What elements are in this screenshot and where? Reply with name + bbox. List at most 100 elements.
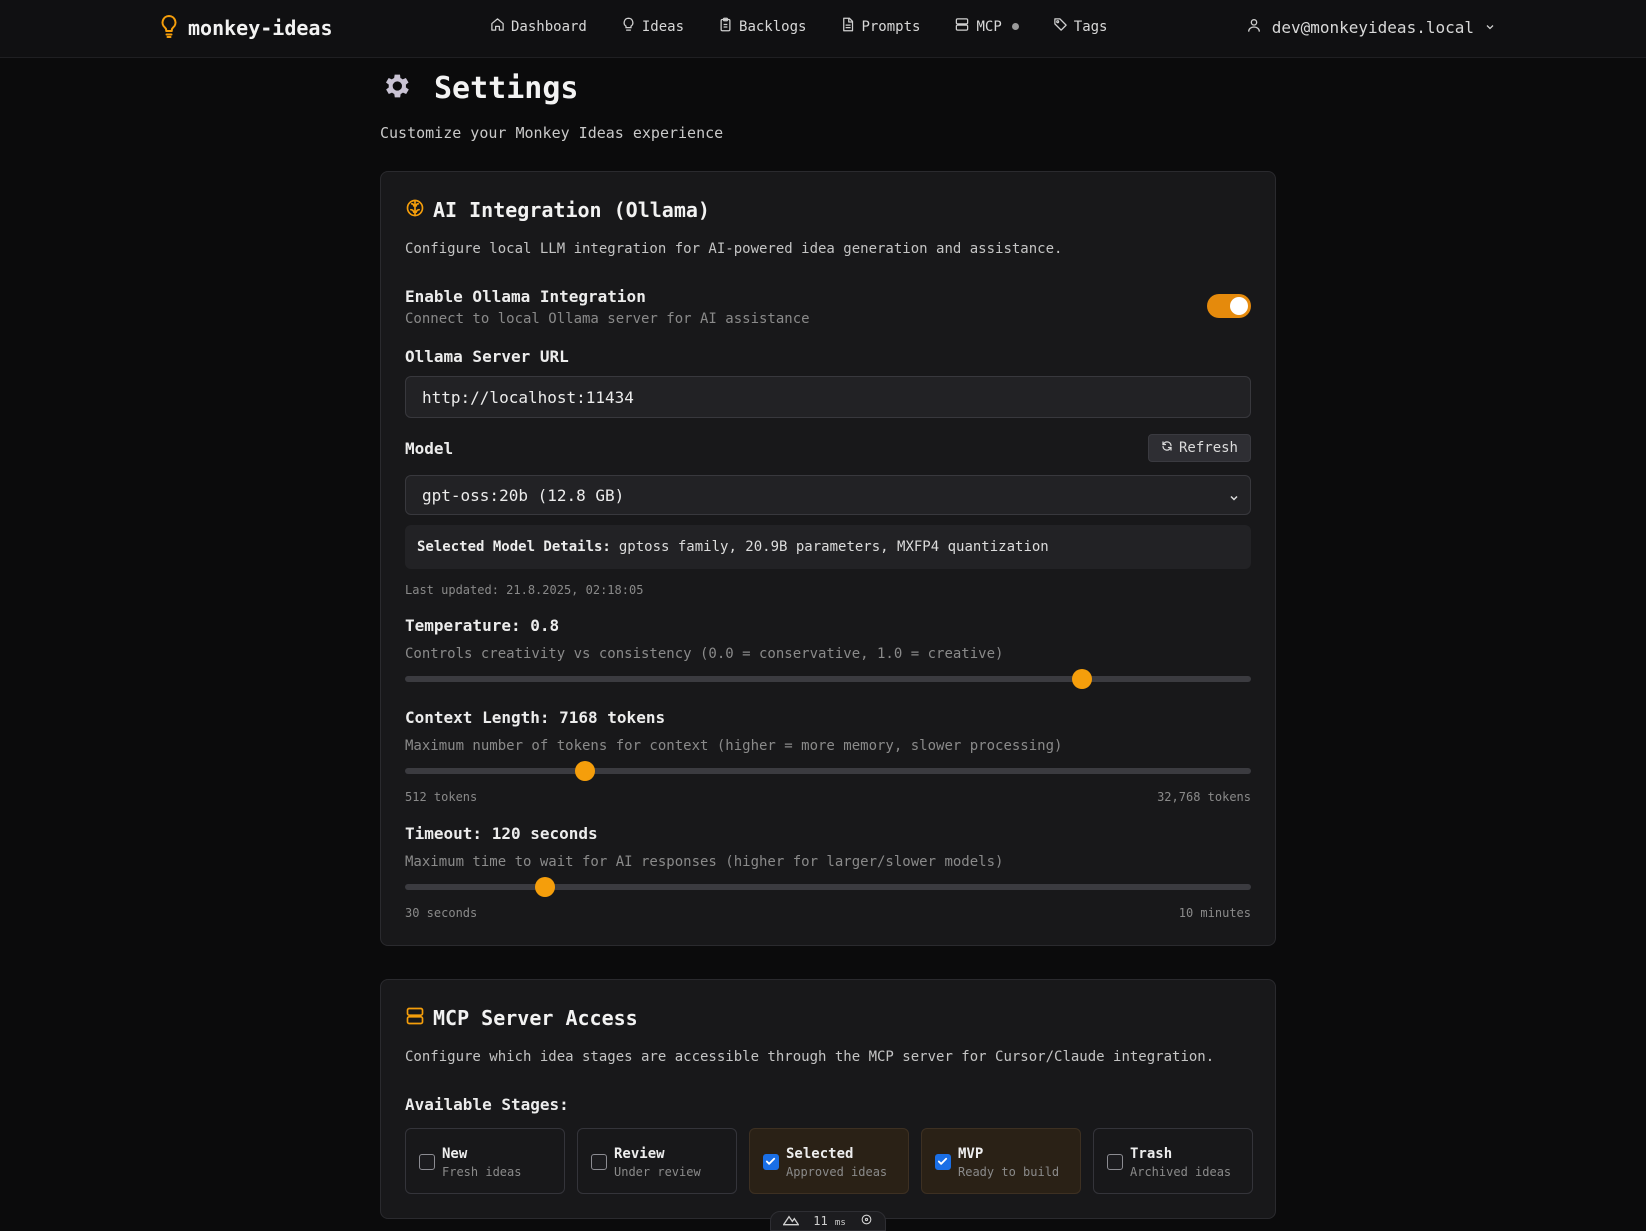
stages-list: New Fresh ideas Review Under review Sele… — [405, 1128, 1253, 1194]
enable-ollama-hint: Connect to local Ollama server for AI as… — [405, 311, 810, 327]
brand-name: monkey-ideas — [188, 16, 333, 40]
clipboard-icon — [718, 17, 733, 36]
page-title: Settings — [434, 70, 579, 106]
enable-ollama-label: Enable Ollama Integration — [405, 287, 646, 306]
stage-new[interactable]: New Fresh ideas — [405, 1128, 565, 1194]
stage-desc: Archived ideas — [1130, 1165, 1232, 1179]
model-details-label: Selected Model Details: — [417, 539, 611, 555]
mcp-card-description: Configure which idea stages are accessib… — [405, 1049, 1215, 1065]
mountain-icon — [782, 1214, 800, 1229]
stage-checkbox[interactable] — [763, 1154, 779, 1170]
lightbulb-icon — [621, 17, 636, 36]
stage-selected[interactable]: Selected Approved ideas — [749, 1128, 909, 1194]
tag-icon — [1053, 17, 1068, 36]
mcp-status-dot — [1011, 23, 1019, 30]
slider-track — [405, 768, 1251, 774]
mcp-card-title: MCP Server Access — [433, 1006, 638, 1030]
perf-unit: ms — [834, 1218, 846, 1228]
server-url-label: Ollama Server URL — [405, 347, 569, 366]
context-length-slider[interactable] — [405, 761, 1251, 781]
model-select-value: gpt-oss:20b (12.8 GB) — [422, 485, 625, 505]
ai-card-description: Configure local LLM integration for AI-p… — [405, 241, 1063, 257]
user-icon — [1246, 16, 1262, 38]
stage-name: Review — [614, 1146, 665, 1162]
stage-name: MVP — [958, 1146, 984, 1162]
stage-checkbox[interactable] — [419, 1154, 435, 1170]
top-navbar: monkey-ideas Dashboard Ideas Backlogs Pr… — [0, 0, 1646, 58]
last-updated: Last updated: 21.8.2025, 02:18:05 — [405, 583, 644, 597]
perf-value: 11 — [813, 1214, 828, 1228]
timeout-hint: Maximum time to wait for AI responses (h… — [405, 854, 1004, 870]
temperature-slider[interactable] — [405, 669, 1251, 689]
stage-name: Trash — [1130, 1146, 1173, 1162]
server-url-input[interactable] — [405, 376, 1251, 418]
temperature-label: Temperature: 0.8 — [405, 616, 560, 635]
home-icon — [490, 17, 505, 36]
nav-label: Tags — [1073, 18, 1108, 35]
stage-desc: Approved ideas — [786, 1165, 888, 1179]
brand-logo[interactable]: monkey-ideas — [160, 14, 333, 42]
nav-ideas[interactable]: Ideas — [621, 17, 684, 36]
user-menu[interactable]: dev@monkeyideas.local — [1246, 16, 1496, 38]
stage-name: Selected — [786, 1146, 854, 1162]
timeout-max-label: 10 minutes — [1178, 906, 1251, 920]
nav-mcp[interactable]: MCP — [954, 17, 1019, 36]
nav-tags[interactable]: Tags — [1053, 17, 1108, 36]
stage-name: New — [442, 1146, 468, 1162]
nav-label: Prompts — [861, 18, 921, 35]
refresh-models-button[interactable]: Refresh — [1147, 434, 1251, 462]
context-length-label: Context Length: 7168 tokens — [405, 708, 666, 727]
page-header: Settings Customize your Monkey Ideas exp… — [380, 70, 724, 143]
refresh-label: Refresh — [1178, 440, 1238, 456]
settings-icon — [860, 1213, 873, 1229]
nav-prompts[interactable]: Prompts — [840, 17, 920, 36]
stage-desc: Fresh ideas — [442, 1165, 522, 1179]
timeout-min-label: 30 seconds — [405, 906, 478, 920]
slider-track — [405, 676, 1251, 682]
server-icon — [954, 17, 970, 36]
stage-desc: Under review — [614, 1165, 701, 1179]
nav-label: MCP — [976, 18, 1002, 35]
stage-mvp[interactable]: MVP Ready to build — [921, 1128, 1081, 1194]
stage-checkbox[interactable] — [935, 1154, 951, 1170]
context-max-label: 32,768 tokens — [1157, 790, 1251, 804]
model-label: Model — [405, 439, 454, 458]
slider-thumb[interactable] — [575, 761, 596, 781]
gear-icon — [380, 70, 412, 106]
ai-integration-card: AI Integration (Ollama) Configure local … — [380, 171, 1276, 946]
chevron-down-icon — [1228, 489, 1240, 508]
stage-desc: Ready to build — [958, 1165, 1060, 1179]
check-icon — [765, 1157, 776, 1165]
lightbulb-icon — [160, 14, 178, 42]
timeout-label: Timeout: 120 seconds — [405, 824, 598, 843]
refresh-icon — [1161, 440, 1173, 456]
brain-icon — [405, 198, 425, 222]
enable-ollama-toggle[interactable] — [1207, 294, 1251, 318]
perf-readout: 11 ms — [813, 1214, 846, 1228]
chevron-down-icon — [1484, 18, 1496, 37]
page-subtitle: Customize your Monkey Ideas experience — [380, 124, 724, 142]
stage-trash[interactable]: Trash Archived ideas — [1093, 1128, 1253, 1194]
slider-thumb[interactable] — [534, 877, 555, 897]
stage-checkbox[interactable] — [1107, 1154, 1123, 1170]
stage-checkbox[interactable] — [591, 1154, 607, 1170]
toggle-knob — [1230, 297, 1248, 315]
context-length-hint: Maximum number of tokens for context (hi… — [405, 738, 1063, 754]
timeout-slider[interactable] — [405, 877, 1251, 897]
nav-dashboard[interactable]: Dashboard — [490, 17, 587, 36]
nav-label: Backlogs — [739, 18, 807, 35]
model-details-box: Selected Model Details: gptoss family, 2… — [405, 525, 1251, 569]
server-icon — [405, 1006, 425, 1030]
context-min-label: 512 tokens — [405, 790, 478, 804]
mcp-server-card: MCP Server Access Configure which idea s… — [380, 979, 1276, 1219]
model-select[interactable]: gpt-oss:20b (12.8 GB) — [405, 475, 1251, 515]
perf-indicator[interactable]: 11 ms — [770, 1211, 886, 1231]
stage-review[interactable]: Review Under review — [577, 1128, 737, 1194]
slider-thumb[interactable] — [1071, 669, 1092, 689]
temperature-hint: Controls creativity vs consistency (0.0 … — [405, 646, 1004, 662]
nav-label: Ideas — [641, 18, 685, 35]
model-details-value: gptoss family, 20.9B parameters, MXFP4 q… — [618, 539, 1049, 555]
nav-backlogs[interactable]: Backlogs — [718, 17, 806, 36]
available-stages-label: Available Stages: — [405, 1095, 569, 1114]
ai-card-title: AI Integration (Ollama) — [433, 198, 710, 222]
